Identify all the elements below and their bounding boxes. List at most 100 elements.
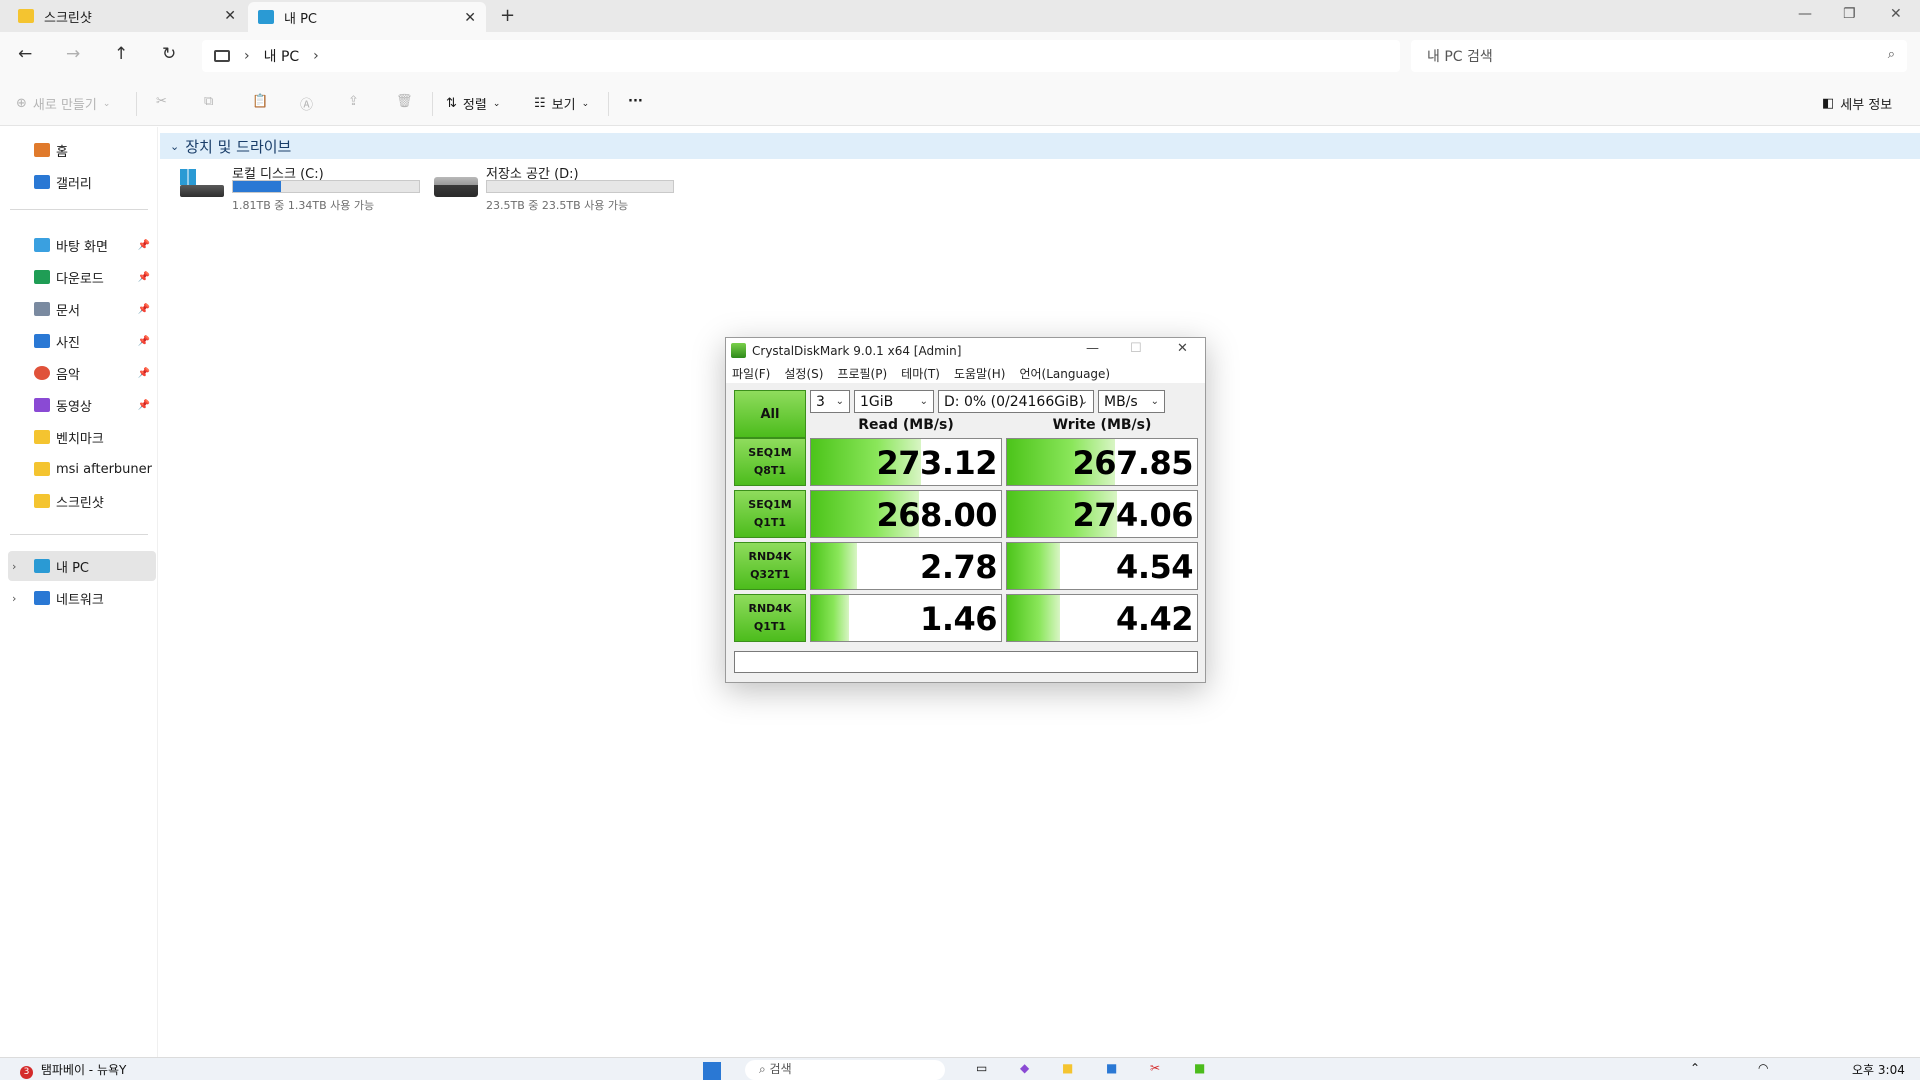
sidebar-item-desktop[interactable]: 바탕 화면 📌 <box>0 230 156 260</box>
sidebar-item-msi-afterburner[interactable]: msi afterbuner ben <box>0 454 156 484</box>
store-icon[interactable]: ■ <box>1106 1061 1117 1075</box>
address-bar[interactable]: › 내 PC › <box>202 40 1400 72</box>
start-icon[interactable] <box>703 1062 721 1080</box>
menu-help[interactable]: 도움말(H) <box>954 365 1006 382</box>
rename-icon[interactable]: Ⓐ <box>300 94 313 113</box>
copy-icon[interactable]: ⧉ <box>204 94 213 109</box>
sidebar-item-label: 동영상 <box>56 399 92 415</box>
sidebar-item-label: 홈 <box>56 144 68 160</box>
write-value: 4.42 <box>1116 600 1193 638</box>
test-button-seq1m-q1t1[interactable]: SEQ1M Q1T1 <box>734 490 806 538</box>
up-button[interactable]: ↑ <box>114 44 128 64</box>
test-button-seq1m-q8t1[interactable]: SEQ1M Q8T1 <box>734 438 806 486</box>
read-header: Read (MB/s) <box>858 417 954 433</box>
task-view-icon[interactable]: ▭ <box>976 1061 987 1075</box>
close-icon[interactable]: ✕ <box>224 8 236 24</box>
sidebar-item-network[interactable]: › 네트워크 <box>0 583 156 613</box>
read-value: 2.78 <box>920 548 997 586</box>
maximize-button[interactable]: ☐ <box>1130 341 1142 356</box>
tab-screenshots[interactable]: 스크린샷 ✕ <box>8 0 246 32</box>
drive-size: 1.81TB 중 1.34TB 사용 가능 <box>232 199 375 212</box>
forward-button[interactable]: → <box>66 44 80 64</box>
sort-button[interactable]: ⇅ 정렬 ⌄ <box>446 94 500 113</box>
close-icon[interactable]: ✕ <box>464 10 476 26</box>
new-tab-button[interactable]: + <box>500 5 515 26</box>
drive-usage-bar <box>232 180 420 193</box>
count-select[interactable]: 3 ⌄ <box>810 390 850 413</box>
size-select[interactable]: 1GiB ⌄ <box>854 390 934 413</box>
write-result: 4.54 <box>1006 542 1198 590</box>
test-label-1: RND4K <box>748 550 792 563</box>
write-value: 274.06 <box>1072 496 1194 534</box>
test-label-2: Q1T1 <box>753 620 787 633</box>
search-input[interactable]: 내 PC 검색 ⌕ <box>1411 40 1907 72</box>
clock[interactable]: 오후 3:04 <box>1852 1061 1905 1078</box>
sidebar-item-music[interactable]: 음악 📌 <box>0 358 156 388</box>
sidebar-item-downloads[interactable]: 다운로드 📌 <box>0 262 156 292</box>
group-header[interactable]: ⌄ 장치 및 드라이브 <box>160 133 1920 159</box>
navigation-bar: ← → ↑ ↻ › 내 PC › 내 PC 검색 ⌕ <box>0 32 1920 80</box>
drive-d[interactable]: 저장소 공간 (D:) 23.5TB 중 23.5TB 사용 가능 <box>434 163 684 212</box>
folder-icon <box>34 430 50 444</box>
unit-select[interactable]: MB/s ⌄ <box>1098 390 1165 413</box>
share-icon[interactable]: ⇪ <box>348 94 359 109</box>
test-label-1: SEQ1M <box>748 446 792 459</box>
refresh-button[interactable]: ↻ <box>162 44 176 64</box>
taskbar-search[interactable]: ⌕ 검색 <box>745 1060 945 1080</box>
sidebar-item-home[interactable]: 홈 <box>0 135 156 165</box>
monitor-icon <box>258 10 274 24</box>
delete-icon[interactable]: 🗑 <box>396 94 413 109</box>
minimize-button[interactable]: — <box>1798 6 1812 22</box>
sidebar-item-benchmark[interactable]: 벤치마크 <box>0 422 156 452</box>
drive-select[interactable]: D: 0% (0/24166GiB) ⌄ <box>938 390 1094 413</box>
chevron-right-icon[interactable]: › <box>12 560 16 573</box>
comment-field[interactable] <box>734 651 1198 673</box>
test-button-rnd4k-q1t1[interactable]: RND4K Q1T1 <box>734 594 806 642</box>
breadcrumb[interactable]: 내 PC <box>264 46 300 66</box>
more-options-button[interactable]: ··· <box>628 94 643 109</box>
wifi-icon[interactable]: ◠ <box>1758 1061 1768 1075</box>
cdm-title-bar[interactable]: CrystalDiskMark 9.0.1 x64 [Admin] — ☐ ✕ <box>726 338 1205 363</box>
all-button[interactable]: All <box>734 390 806 438</box>
menu-language[interactable]: 언어(Language) <box>1019 365 1110 382</box>
close-window-button[interactable]: ✕ <box>1890 6 1902 22</box>
paste-icon[interactable]: 📋 <box>252 94 268 109</box>
close-button[interactable]: ✕ <box>1177 341 1188 356</box>
monitor-icon <box>214 50 230 62</box>
cut-icon[interactable]: ✂ <box>156 94 167 109</box>
sidebar-item-this-pc[interactable]: › 내 PC <box>8 551 156 581</box>
details-button[interactable]: ◧ 세부 정보 <box>1822 94 1892 113</box>
back-button[interactable]: ← <box>18 44 32 64</box>
chevron-right-icon[interactable]: › <box>12 592 16 605</box>
chevron-up-icon[interactable]: ⌃ <box>1690 1061 1700 1075</box>
test-label-2: Q32T1 <box>750 568 790 581</box>
chevron-down-icon: ⌄ <box>170 139 180 153</box>
crystaldiskmark-taskbar-icon[interactable]: ■ <box>1194 1061 1205 1075</box>
drive-c[interactable]: 로컬 디스크 (C:) 1.81TB 중 1.34TB 사용 가능 <box>180 163 430 212</box>
sidebar-item-pictures[interactable]: 사진 📌 <box>0 326 156 356</box>
new-button[interactable]: ⊕ 새로 만들기 ⌄ <box>16 94 110 113</box>
snipping-tool-icon[interactable]: ✂ <box>1150 1061 1160 1075</box>
tab-this-pc[interactable]: 내 PC ✕ <box>248 2 486 32</box>
view-button[interactable]: ☷ 보기 ⌄ <box>534 94 589 113</box>
crystaldiskmark-window[interactable]: CrystalDiskMark 9.0.1 x64 [Admin] — ☐ ✕ … <box>725 337 1206 683</box>
taskbar: 3 탬파베이 - 뉴욕Y ⌕ 검색 ▭ ◆ ■ ■ ✂ ■ ⌃ ◠ 오후 3:0… <box>0 1057 1920 1080</box>
read-bar <box>811 595 849 641</box>
test-button-rnd4k-q32t1[interactable]: RND4K Q32T1 <box>734 542 806 590</box>
menu-file[interactable]: 파일(F) <box>732 365 770 382</box>
sidebar-item-label: 바탕 화면 <box>56 239 108 255</box>
menu-theme[interactable]: 테마(T) <box>901 365 940 382</box>
restore-button[interactable]: ❐ <box>1843 6 1856 22</box>
file-explorer-icon[interactable]: ■ <box>1062 1061 1073 1075</box>
copilot-icon[interactable]: ◆ <box>1020 1061 1029 1075</box>
monitor-icon <box>34 559 50 573</box>
chevron-right-icon[interactable]: › <box>313 48 319 64</box>
menu-settings[interactable]: 설정(S) <box>784 365 823 382</box>
sidebar-item-documents[interactable]: 문서 📌 <box>0 294 156 324</box>
sidebar-item-gallery[interactable]: 갤러리 <box>0 167 156 197</box>
sidebar-item-videos[interactable]: 동영상 📌 <box>0 390 156 420</box>
news-widget[interactable]: 3 탬파베이 - 뉴욕Y <box>20 1061 126 1079</box>
sidebar-item-screenshots[interactable]: 스크린샷 <box>0 486 156 516</box>
menu-profile[interactable]: 프로필(P) <box>837 365 887 382</box>
minimize-button[interactable]: — <box>1086 341 1099 356</box>
